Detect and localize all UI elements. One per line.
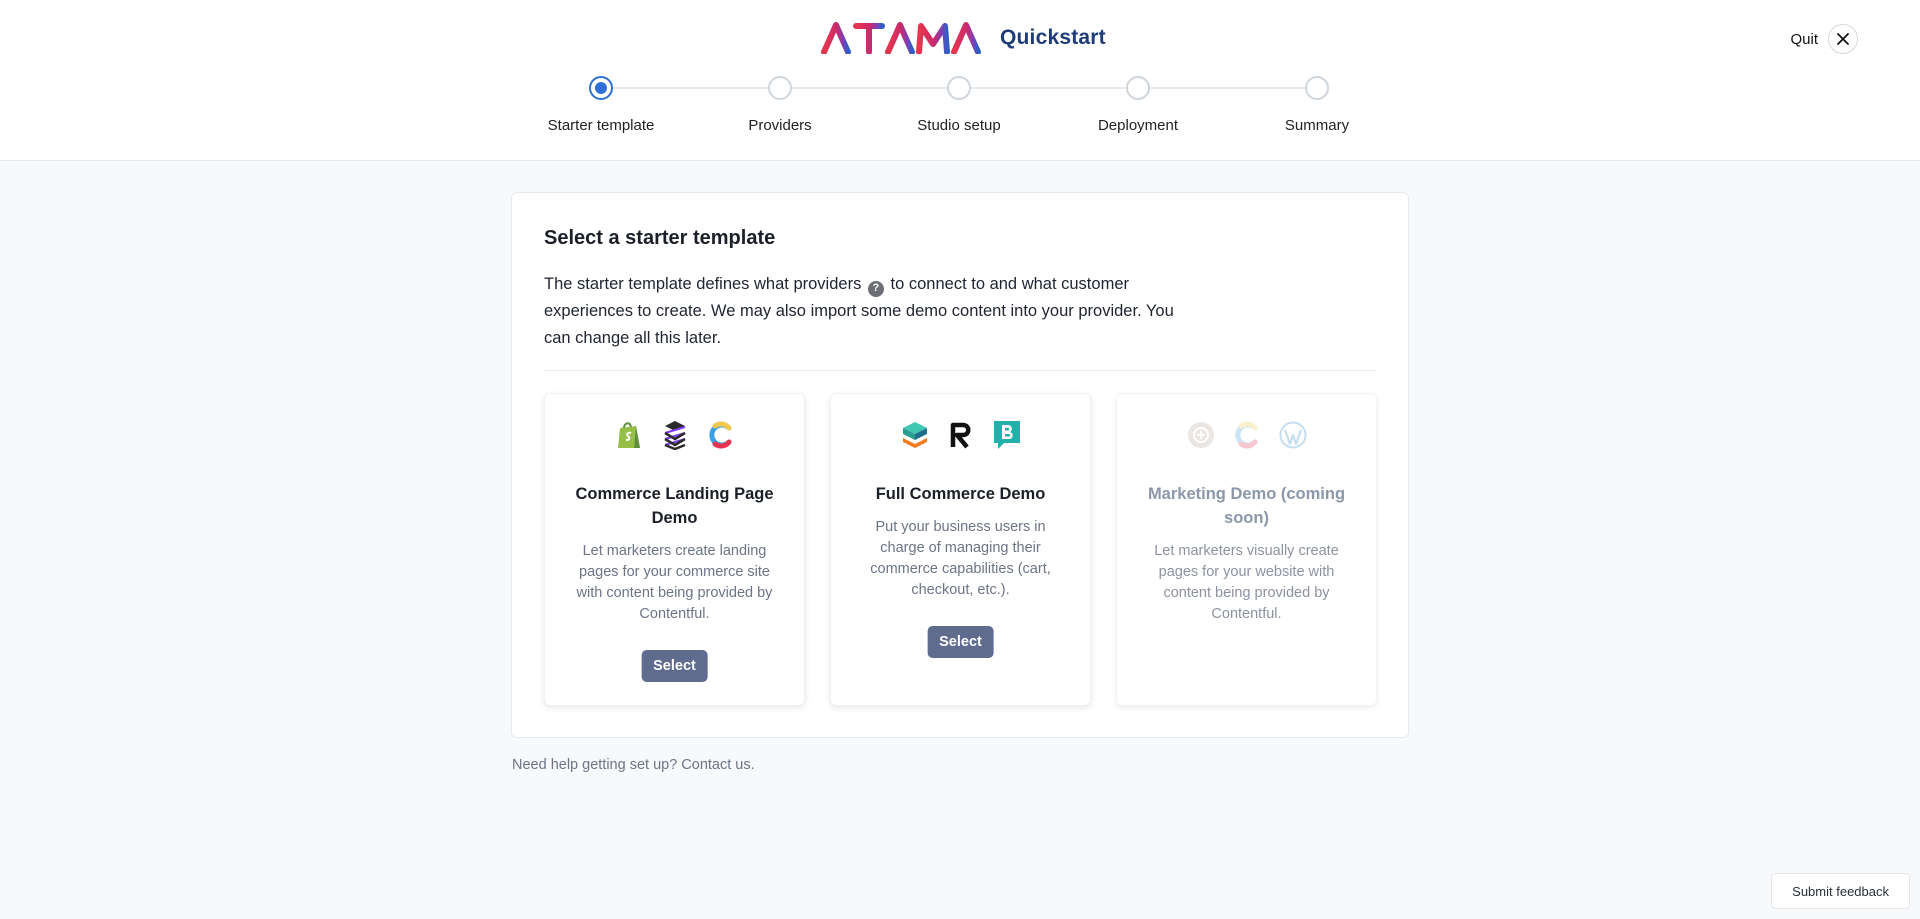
contentful-icon	[1232, 420, 1262, 450]
layered-stack-icon	[660, 420, 690, 450]
step-label: Summary	[1284, 117, 1350, 134]
contentful-icon	[706, 420, 736, 450]
step-deployment: Deployment	[1058, 76, 1218, 134]
close-icon	[1837, 33, 1849, 45]
template-title: Marketing Demo (coming soon)	[1147, 485, 1346, 527]
wordpress-icon	[1278, 420, 1308, 450]
page-description: The starter template defines what provid…	[544, 271, 1184, 352]
step-label: Providers	[748, 117, 812, 134]
step-label: Starter template	[547, 117, 655, 134]
step-studio-setup: Studio setup	[879, 76, 1039, 134]
quit-control[interactable]: Quit	[1790, 24, 1858, 54]
select-button[interactable]: Select	[927, 626, 994, 658]
provider-logos	[831, 420, 1090, 450]
template-title: Commerce Landing Page Demo	[575, 485, 774, 527]
shopify-icon	[614, 420, 644, 450]
step-label: Studio setup	[917, 117, 1001, 134]
bigcommerce-icon	[992, 420, 1022, 450]
template-title: Full Commerce Demo	[875, 485, 1046, 503]
step-starter-template: Starter template	[521, 76, 681, 134]
page-title: Select a starter template	[544, 227, 776, 249]
atama-logo	[820, 22, 984, 54]
r-logo-icon	[946, 420, 976, 450]
help-icon[interactable]: ?	[867, 280, 884, 297]
template-description: Let marketers visually create pages for …	[1154, 543, 1339, 622]
brand: Quickstart	[820, 20, 1106, 56]
description-text: The starter template defines what provid…	[544, 275, 862, 293]
template-description: Let marketers create landing pages for y…	[576, 543, 773, 622]
starter-template-panel: Select a starter template The starter te…	[511, 192, 1409, 738]
circle-logo-icon	[1186, 420, 1216, 450]
step-indicator	[1126, 76, 1150, 100]
select-button[interactable]: Select	[641, 650, 708, 682]
step-indicator	[947, 76, 971, 100]
close-button[interactable]	[1828, 24, 1858, 54]
step-indicator	[768, 76, 792, 100]
step-providers: Providers	[700, 76, 860, 134]
step-label: Deployment	[1097, 117, 1179, 134]
divider	[544, 370, 1376, 371]
step-indicator	[1305, 76, 1329, 100]
header: Quickstart Quit Starter template Provide…	[0, 0, 1920, 161]
app-title: Quickstart	[1000, 26, 1106, 49]
template-card-full-commerce[interactable]: Full Commerce Demo Put your business use…	[830, 393, 1091, 706]
template-description: Put your business users in charge of man…	[870, 519, 1051, 598]
template-card-commerce-landing[interactable]: Commerce Landing Page Demo Let marketers…	[544, 393, 805, 706]
commercetools-icon	[900, 420, 930, 450]
quit-label[interactable]: Quit	[1790, 31, 1818, 48]
help-contact-link[interactable]: Need help getting set up? Contact us.	[512, 757, 755, 773]
submit-feedback-button[interactable]: Submit feedback	[1771, 873, 1910, 909]
step-summary: Summary	[1237, 76, 1397, 134]
step-indicator-active	[589, 76, 613, 100]
provider-logos	[545, 420, 804, 450]
template-card-marketing: Marketing Demo (coming soon) Let markete…	[1116, 393, 1377, 706]
provider-logos	[1117, 420, 1376, 450]
progress-stepper: Starter template Providers Studio setup …	[0, 76, 1920, 146]
